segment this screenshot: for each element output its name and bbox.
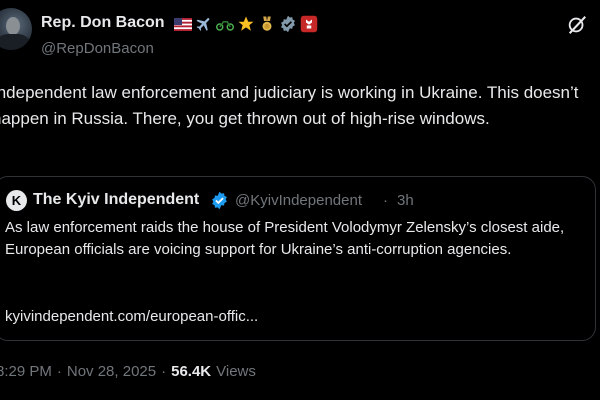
author-badges [174, 14, 318, 34]
meta-separator: · [161, 363, 167, 380]
star-icon [237, 15, 255, 33]
tweet-time[interactable]: 8:29 PM [0, 363, 52, 380]
avatar-suit [0, 34, 32, 50]
views-label: Views [216, 363, 256, 380]
airplane-icon [195, 15, 213, 33]
tweet-date[interactable]: Nov 28, 2025 [67, 363, 156, 380]
author-handle[interactable]: @RepDonBacon [41, 40, 154, 57]
quoted-separator: · [383, 192, 388, 209]
motorcycle-icon [216, 15, 234, 33]
grok-icon[interactable] [566, 14, 588, 36]
quoted-author-handle[interactable]: @KyivIndependent [235, 192, 362, 209]
verified-gear-icon [279, 15, 297, 33]
quoted-timestamp[interactable]: 3h [397, 192, 414, 209]
kyiv-independent-logo: K [6, 190, 27, 211]
quoted-author-name[interactable]: The Kyiv Independent [33, 191, 199, 209]
nebraska-seal-icon [300, 15, 318, 33]
quoted-tweet-text: As law enforcement raids the house of Pr… [5, 219, 565, 258]
tweet-meta: 8:29 PM · Nov 28, 2025 · 56.4K Views [0, 363, 256, 380]
views-count: 56.4K [171, 363, 212, 380]
medal-icon [258, 15, 276, 33]
tweet-text: Independent law enforcement and judiciar… [0, 83, 579, 128]
us-flag-icon [174, 15, 192, 33]
quoted-link[interactable]: kyivindependent.com/european-offic... [5, 308, 258, 325]
verified-badge-icon [210, 191, 229, 210]
meta-separator: · [56, 363, 62, 380]
avatar-face [6, 17, 20, 35]
author-avatar[interactable] [0, 8, 32, 50]
author-name[interactable]: Rep. Don Bacon [41, 14, 165, 32]
